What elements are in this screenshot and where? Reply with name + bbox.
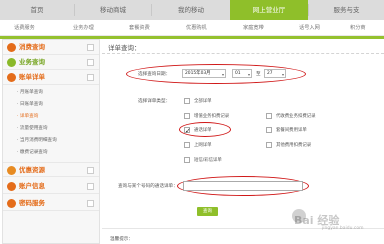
sidebar: 消费查询 业务查询 账单详单 · 月账单查询 · 日账单查询 · 详单查询 · …: [2, 39, 100, 244]
watermark-url: jingyan.baidu.com: [322, 226, 364, 231]
date-separator: 至: [256, 72, 261, 77]
subnav-item-new-number[interactable]: 话号入网: [299, 20, 320, 36]
sidebar-subitem-monthly-detail[interactable]: · 当月消费明细查询: [17, 135, 57, 146]
sidebar-subitem-monthly-bill[interactable]: · 月账单查询: [17, 87, 43, 98]
chevron-down-icon: ▾: [281, 72, 284, 77]
type-label: 选择详单类型：: [138, 99, 171, 104]
checkbox-internet[interactable]: [184, 142, 190, 148]
page-title: 详单查询：: [102, 42, 384, 54]
subnav-item-phones[interactable]: 优惠购机: [186, 20, 207, 36]
account-icon: [7, 182, 16, 191]
phone-number-input[interactable]: [183, 181, 303, 191]
sidebar-subitem-payment-record[interactable]: · 缴费记录查询: [17, 147, 47, 158]
checkbox-package-fees[interactable]: [266, 127, 272, 133]
notice-label: 温馨提示：: [110, 237, 133, 242]
sidebar-item-bills[interactable]: 账单详单: [3, 70, 99, 85]
subnav-item-business[interactable]: 业务办理: [73, 20, 94, 36]
checkbox-label: 增值业务扣费记录: [194, 114, 230, 119]
nav-tab-home[interactable]: 首页: [0, 0, 74, 20]
sidebar-subitem-traffic[interactable]: · 流量使用查询: [17, 123, 47, 134]
to-day-value: 27: [267, 71, 273, 76]
chevron-down-icon: ▾: [247, 72, 250, 77]
subnav-item-broadband[interactable]: 家庭宽带: [243, 20, 264, 36]
sidebar-section-label: 业务查询: [19, 58, 45, 66]
to-day-select[interactable]: 27 ▾: [264, 69, 286, 78]
sidebar-section-label: 消费查询: [19, 43, 45, 51]
checkbox-label: 套餐间费用详单: [276, 128, 307, 133]
month-select[interactable]: 2015年03月 ▾: [182, 69, 226, 78]
sidebar-item-consumption[interactable]: 消费查询: [3, 40, 99, 55]
coin-icon: [7, 43, 16, 52]
subnav-item-plans[interactable]: 套餐资费: [129, 20, 150, 36]
chevron-down-icon: ▾: [221, 72, 224, 77]
from-day-value: 01: [235, 71, 241, 76]
checkbox-label: 代收费业务扣费记录: [276, 114, 316, 119]
nav-tab-service[interactable]: 服务与支: [309, 0, 384, 20]
expand-box-icon[interactable]: [87, 167, 94, 174]
sidebar-item-offers[interactable]: 优惠资源: [3, 162, 99, 177]
checkbox-label: 全部详单: [194, 99, 212, 104]
checkbox-label: 上网详单: [194, 143, 212, 148]
sidebar-subitem-daily-bill[interactable]: · 日账单查询: [17, 99, 43, 110]
nav-tab-my-mobile[interactable]: 我的移动: [152, 0, 230, 20]
checkbox-label: 短信/彩信详单: [194, 158, 222, 163]
checkbox-all-details[interactable]: [184, 98, 190, 104]
checkbox-sms-mms[interactable]: [184, 157, 190, 163]
search-icon: [7, 58, 16, 67]
expand-box-icon[interactable]: [87, 44, 94, 51]
checkbox-label: 其他费用扣费记录: [276, 143, 312, 148]
checkbox-other-fees[interactable]: [266, 142, 272, 148]
nav-tab-mall[interactable]: 移动商城: [75, 0, 151, 20]
expand-box-icon[interactable]: [87, 59, 94, 66]
sidebar-subitem-detail-query[interactable]: · 详单查询: [17, 111, 38, 122]
sidebar-item-password[interactable]: 密码服务: [3, 196, 99, 211]
bill-icon: [7, 73, 16, 82]
sidebar-section-label: 密码服务: [19, 199, 45, 207]
expand-box-icon[interactable]: [87, 183, 94, 190]
expand-box-icon[interactable]: [87, 200, 94, 207]
checkbox-value-added[interactable]: [184, 113, 190, 119]
gift-icon: [7, 166, 16, 175]
month-select-value: 2015年03月: [185, 71, 211, 76]
lock-icon: [7, 199, 16, 208]
sidebar-section-label: 账户信息: [19, 182, 45, 190]
top-nav: 首页 移动商城 我的移动 网上营业厅 服务与支: [0, 0, 384, 20]
checkmark-icon: ✓: [185, 127, 191, 135]
sidebar-item-account[interactable]: 账户信息: [3, 179, 99, 194]
sidebar-section-label: 账单详单: [19, 73, 45, 81]
sidebar-item-business[interactable]: 业务查询: [3, 55, 99, 70]
date-label: 选择查询日期：: [138, 72, 171, 77]
query-button[interactable]: 查询: [197, 207, 218, 216]
sidebar-section-label: 优惠资源: [19, 166, 45, 174]
checkbox-collection-fees[interactable]: [266, 113, 272, 119]
sub-nav: 话费服务 业务办理 套餐资费 优惠购机 家庭宽带 话号入网 积分商: [0, 20, 384, 36]
subnav-item-bill-service[interactable]: 话费服务: [14, 20, 35, 36]
collapse-box-icon[interactable]: [87, 74, 94, 81]
subnav-item-points[interactable]: 积分商: [350, 20, 366, 36]
checkbox-call-details[interactable]: ✓: [184, 127, 191, 135]
from-day-select[interactable]: 01 ▾: [232, 69, 252, 78]
checkbox-label: 通话详单: [194, 128, 212, 133]
search-label: 查询与某个号码的通话详单：: [118, 184, 178, 189]
nav-tab-online-hall[interactable]: 网上营业厅: [230, 0, 308, 20]
